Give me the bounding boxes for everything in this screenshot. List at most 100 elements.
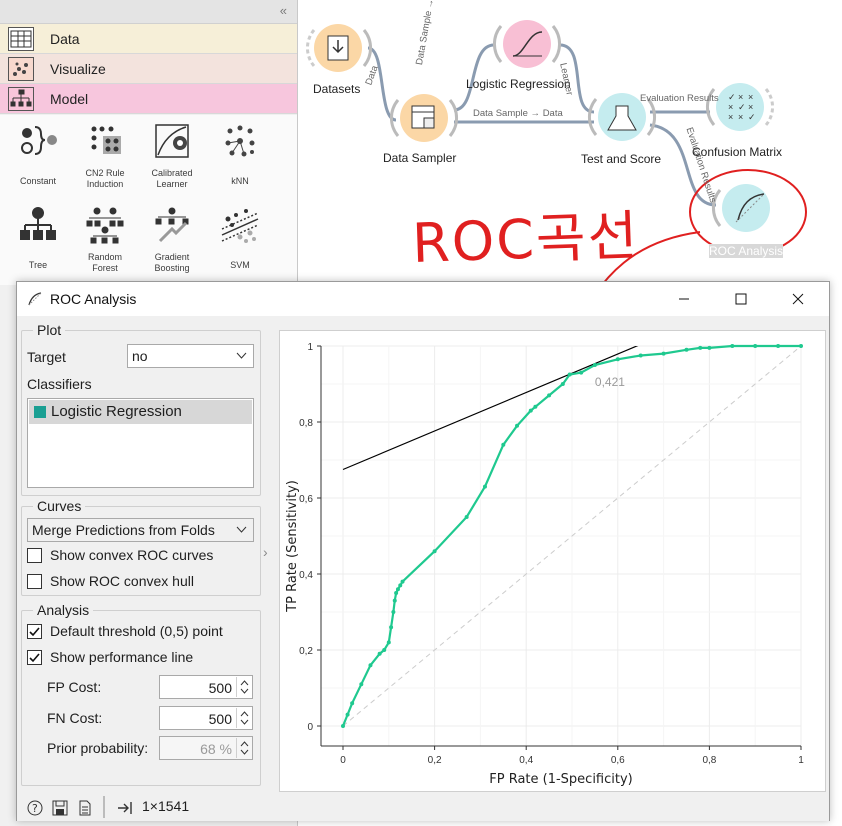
roc-curve-point — [799, 344, 803, 348]
default-threshold-label: Default threshold (0,5) point — [50, 623, 223, 639]
show-performance-line-label: Show performance line — [50, 649, 194, 665]
model-widget-grid: Constant CN2 Rule Induction Calibrated L… — [0, 115, 297, 285]
svg-text:×: × — [728, 102, 733, 112]
roc-curve-point — [395, 587, 400, 592]
merge-folds-select[interactable]: Merge Predictions from Folds — [27, 518, 254, 542]
node-data-sampler-label[interactable]: Data Sampler — [383, 151, 456, 165]
y-tick-label: 1 — [307, 342, 313, 353]
svg-text:×: × — [748, 102, 753, 112]
node-roc-analysis-label[interactable]: ROC Analysis — [709, 244, 784, 258]
target-select[interactable]: no — [127, 344, 254, 368]
x-tick-label: 0,4 — [519, 755, 533, 766]
spin-arrows-icon[interactable] — [236, 708, 251, 728]
widget-label: SVM — [230, 260, 250, 270]
y-tick-label: 0,8 — [299, 418, 313, 429]
svg-text:?: ? — [32, 802, 38, 815]
roc-curve-point — [432, 549, 437, 554]
show-convex-curves-label: Show convex ROC curves — [50, 547, 214, 563]
fn-cost-spinbox[interactable]: 500 — [159, 706, 253, 730]
category-data-label: Data — [50, 31, 80, 47]
close-button[interactable] — [775, 282, 821, 316]
toolbox-header: « — [0, 0, 297, 24]
category-data[interactable]: Data — [0, 24, 297, 54]
svg-text:×: × — [738, 92, 743, 102]
window-title: ROC Analysis — [50, 291, 137, 307]
prior-probability-spinbox[interactable]: 68 % — [159, 736, 253, 760]
checkmark-icon — [29, 627, 40, 637]
spin-arrows-icon[interactable] — [236, 738, 251, 758]
threshold-label: 0,421 — [595, 375, 625, 389]
model-tree-icon — [8, 87, 34, 111]
roc-curve-point — [341, 724, 345, 728]
input-arrow-icon — [118, 802, 132, 814]
chevron-down-icon — [236, 352, 247, 359]
link-label-test-cm: Evaluation Results — [640, 93, 719, 104]
roc-curve-point — [698, 345, 703, 350]
widget-gradient-boosting[interactable]: Gradient Boosting — [138, 205, 206, 274]
roc-curve-point — [400, 579, 405, 584]
status-bar: ? 1×1541 — [17, 792, 829, 821]
widget-constant[interactable]: Constant — [4, 121, 72, 187]
minimize-button[interactable] — [661, 282, 707, 316]
svg-text:×: × — [728, 112, 733, 122]
calibrated-learner-icon — [155, 124, 189, 158]
help-icon[interactable]: ? — [27, 800, 43, 816]
category-model-label: Model — [50, 91, 89, 107]
widget-random-forest[interactable]: Random Forest — [71, 205, 139, 274]
maximize-button[interactable] — [718, 282, 764, 316]
checkbox-box[interactable] — [27, 624, 42, 639]
fp-cost-spinbox[interactable]: 500 — [159, 675, 253, 699]
roc-curve-point — [389, 625, 394, 630]
analysis-group-title: Analysis — [33, 602, 94, 618]
roc-chart[interactable]: 0 0 0,2 0,2 0,4 0,4 0,6 0,6 0,8 0,8 1 1 FP Rate (1-S… — [280, 331, 827, 793]
checkbox-box[interactable] — [27, 548, 42, 563]
spin-arrows-icon[interactable] — [236, 677, 251, 697]
classifier-item-label: Logistic Regression — [51, 403, 182, 420]
roc-curve-point — [615, 357, 620, 362]
widget-label: kNN — [231, 176, 249, 186]
checkbox-box[interactable] — [27, 650, 42, 665]
roc-curve-point — [730, 344, 735, 348]
category-model[interactable]: Model — [0, 84, 297, 114]
show-convex-hull-label: Show ROC convex hull — [50, 573, 194, 589]
title-bar[interactable]: ROC Analysis — [17, 282, 829, 316]
roc-plot-area[interactable]: 0 0 0,2 0,2 0,4 0,4 0,6 0,6 0,8 0,8 1 1 FP Rate (1-S… — [279, 330, 826, 792]
category-visualize[interactable]: Visualize — [0, 54, 297, 84]
widget-svm[interactable]: SVM — [206, 205, 274, 271]
roc-curve-point — [592, 363, 597, 367]
prior-probability-label: Prior probability: — [47, 740, 149, 756]
target-select-value: no — [132, 348, 148, 364]
plot-group-title: Plot — [33, 322, 66, 338]
classifiers-list[interactable]: Logistic Regression — [27, 398, 254, 488]
save-icon[interactable] — [52, 800, 68, 816]
classifier-color-swatch — [34, 406, 46, 418]
widget-tree[interactable]: Tree — [4, 205, 72, 271]
status-divider — [103, 796, 105, 818]
report-icon[interactable] — [77, 800, 93, 816]
roc-curve-point — [359, 682, 364, 687]
x-axis-title: FP Rate (1-Specificity) — [489, 772, 633, 787]
cn2-rule-induction-icon — [91, 126, 121, 154]
classifier-item[interactable]: Logistic Regression — [29, 400, 252, 424]
gradient-boosting-icon — [155, 207, 189, 243]
classifiers-label: Classifiers — [27, 376, 92, 392]
widget-knn[interactable]: kNN — [206, 121, 274, 187]
roc-curve-point — [368, 663, 373, 668]
roc-curve-point — [707, 345, 712, 350]
node-logistic-regression-label[interactable]: Logistic Regression — [466, 77, 571, 91]
roc-analysis-window: ROC Analysis Plot Target no Classifiers … — [16, 281, 830, 821]
splitter-chevron-icon[interactable]: › — [263, 544, 268, 560]
widget-calibrated-learner[interactable]: Calibrated Learner — [138, 121, 206, 190]
node-test-and-score-label[interactable]: Test and Score — [581, 152, 661, 166]
roc-annotation-text: ROC곡선 — [411, 204, 641, 275]
checkbox-box[interactable] — [27, 574, 42, 589]
input-summary: 1×1541 — [142, 798, 190, 814]
y-tick-label: 0 — [307, 722, 313, 733]
node-confusion-matrix-label[interactable]: Confusion Matrix — [692, 145, 782, 159]
node-datasets-label[interactable]: Datasets — [313, 82, 360, 96]
roc-curve-point — [345, 712, 350, 717]
collapse-icon[interactable]: « — [280, 3, 287, 18]
target-label: Target — [27, 349, 66, 365]
roc-curve-point — [515, 423, 520, 428]
widget-cn2-rule-induction[interactable]: CN2 Rule Induction — [71, 121, 139, 190]
